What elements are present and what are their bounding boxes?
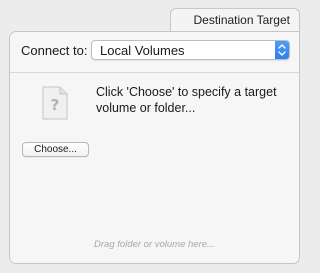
connect-to-label: Connect to: [21, 43, 88, 58]
destination-panel: Connect to: Local Volumes ? Click 'Choos… [9, 31, 300, 264]
tab-destination-target[interactable]: Destination Target [170, 8, 300, 32]
tab-label: Destination Target [193, 13, 290, 27]
connect-to-selected-value: Local Volumes [100, 43, 185, 58]
choose-button[interactable]: Choose... [22, 142, 89, 157]
connect-row: Connect to: Local Volumes [10, 32, 299, 72]
instruction-text: Click 'Choose' to specify a target volum… [96, 85, 277, 115]
choose-button-label: Choose... [34, 144, 77, 155]
drop-zone-hint: Drag folder or volume here... [94, 239, 215, 250]
svg-text:?: ? [51, 96, 60, 114]
select-arrows-icon [275, 41, 289, 59]
connect-to-select[interactable]: Local Volumes [91, 40, 290, 60]
document-question-icon: ? [42, 86, 68, 120]
divider [10, 72, 299, 73]
